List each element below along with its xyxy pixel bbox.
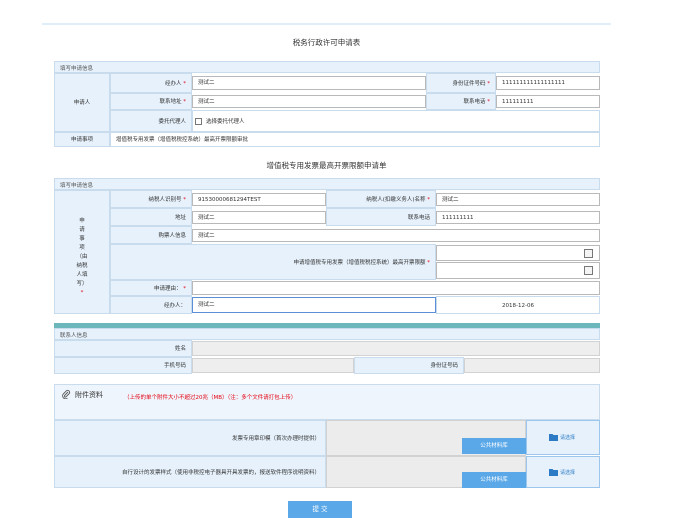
invoice-section-header-text: 填写申请信息 (60, 183, 94, 189)
attachment-2-upload-button[interactable]: 请选择 (526, 456, 600, 488)
attachment-1-public-button[interactable]: 公共材料库 (462, 438, 526, 454)
contact-id-input[interactable] (464, 358, 600, 373)
attachment-2-upload-label: 请选择 (560, 470, 576, 476)
applicant-label: 申请人 (54, 73, 110, 132)
contact-name-label: 姓名 (54, 340, 192, 357)
agent-checkbox-label: 选择委托代理人 (206, 119, 245, 125)
limit-option-2-checkbox[interactable] (584, 266, 593, 275)
phone-label: 联系电话 * (426, 93, 496, 110)
invoice-phone-input[interactable]: 111111111 (436, 211, 600, 224)
limit-label: 申请增值税专用发票（增值税税控系统）最高开票限额 * (110, 244, 436, 280)
reason-input[interactable] (192, 281, 600, 295)
address-label: 联系地址 * (110, 93, 192, 110)
attachments-note: （上传的单个附件大小不超过20兆（MB）（注：多个文件请打包上传） (124, 395, 297, 401)
attachment-2-public-button[interactable]: 公共材料库 (462, 472, 526, 488)
contact-id-label: 身份证号码 (354, 357, 464, 374)
invoice-section-header: 填写申请信息 (54, 178, 600, 190)
invoice-handler-label: 经办人： (110, 296, 192, 314)
invoice-title: 增值税专用发票最高开票限额申请单 (266, 161, 387, 170)
applicant-section-header: 填写申请信息 (54, 61, 600, 73)
agent-row: 选择委托代理人 (192, 110, 600, 132)
attachment-2-label: 自行设计的发票样式（使用非税控电子器具开具发票的，报送软件程序说明资料） (54, 456, 326, 488)
limit-option-2[interactable] (436, 262, 600, 279)
buyer-input[interactable]: 测试二 (192, 229, 600, 242)
attachment-1-upload-label: 请选择 (560, 435, 576, 441)
taxpayer-id-input[interactable]: 91530000681294TEST (192, 193, 326, 206)
id-number-label: 身份证件号码 * (426, 73, 496, 93)
submit-button[interactable]: 提 交 (288, 501, 352, 518)
attachment-1-label: 发票专用章印模（首次办理时提供） (54, 420, 326, 456)
invoice-address-input[interactable]: 测试二 (192, 211, 326, 224)
handler-label: 经办人 * (110, 73, 192, 93)
invoice-side-label-text: 申 请 事 项 （由 纳税 人填 写） * (76, 218, 88, 296)
agent-checkbox[interactable] (195, 118, 202, 125)
buyer-label: 购票人信息 (110, 226, 192, 244)
taxpayer-name-input[interactable]: 测试二 (436, 193, 600, 206)
folder-icon (549, 434, 558, 441)
invoice-phone-label: 联系电话 (326, 208, 436, 226)
invoice-side-label: 申 请 事 项 （由 纳税 人填 写） * (54, 190, 110, 314)
invoice-handler-input[interactable]: 测试二 (192, 297, 436, 313)
agent-label: 委托代理人 (110, 110, 192, 132)
limit-option-1[interactable] (436, 245, 600, 261)
id-number-input[interactable]: 111111111111111111 (496, 76, 600, 90)
contact-section-header-text: 联系人信息 (60, 333, 88, 339)
matter-value: 增值税专用发票（增值税税控系统）最高开票限额审批 (110, 132, 600, 147)
contact-name-input[interactable] (192, 341, 600, 356)
matter-label: 申请事项 (54, 132, 110, 147)
attachment-1-upload-button[interactable]: 请选择 (526, 420, 600, 455)
attachments-header: 附件资料 （上传的单个附件大小不超过20兆（MB）（注：多个文件请打包上传） (54, 384, 600, 420)
taxpayer-name-label: 纳税人(扣缴义务人)名称 * (326, 190, 436, 208)
form-title: 税务行政许可申请表 (292, 38, 361, 47)
contact-section-header: 联系人信息 (54, 328, 600, 340)
limit-option-1-checkbox[interactable] (584, 249, 593, 258)
application-date: 2018-12-06 (436, 296, 600, 314)
contact-mobile-input[interactable] (192, 358, 354, 373)
contact-mobile-label: 手机号码 (54, 357, 192, 374)
handler-input[interactable]: 测试二 (192, 76, 426, 90)
invoice-address-label: 地址 (110, 208, 192, 226)
reason-label: 申请理由： * (110, 280, 192, 296)
folder-icon (549, 469, 558, 476)
phone-input[interactable]: 111111111 (496, 95, 600, 108)
applicant-section-header-text: 填写申请信息 (60, 66, 94, 72)
taxpayer-id-label: 纳税人识别号 * (110, 190, 192, 208)
address-input[interactable]: 测试二 (192, 95, 426, 108)
